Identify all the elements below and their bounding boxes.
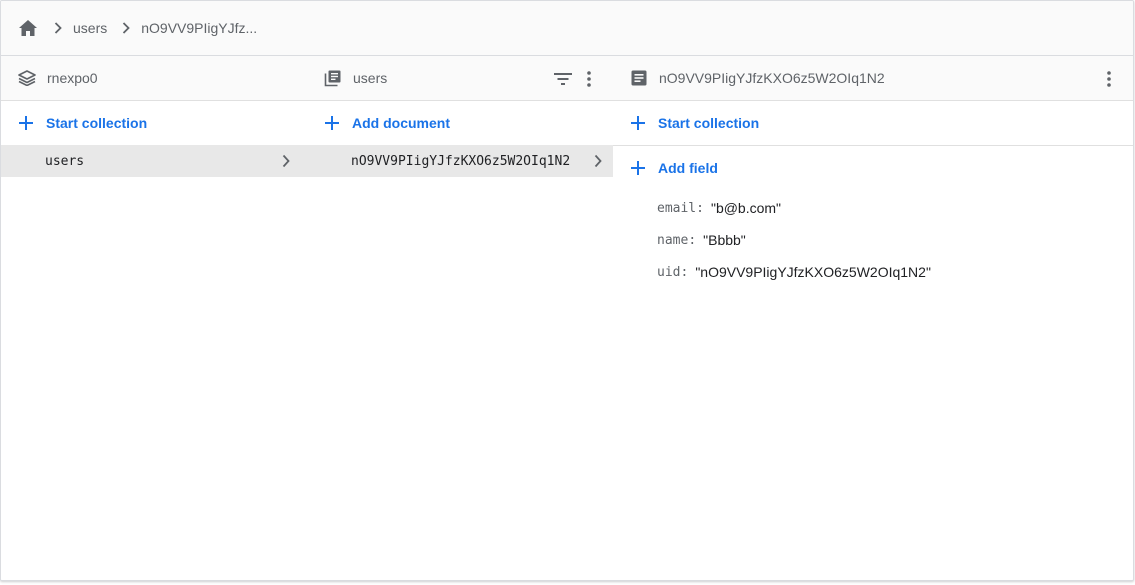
collection-header-actions xyxy=(549,56,601,101)
root-panel-header: rnexpo0 xyxy=(1,56,307,101)
document-list-item[interactable]: nO9VV9PIigYJfzKXO6z5W2OIq1N2 xyxy=(307,145,613,177)
field-value: "Bbbb" xyxy=(703,232,746,248)
field-row-uid[interactable]: uid: "nO9VV9PIigYJfzKXO6z5W2OIq1N2" xyxy=(657,256,1133,288)
document-panel-title: nO9VV9PIigYJfzKXO6z5W2OIq1N2 xyxy=(659,70,885,86)
breadcrumb-item-document[interactable]: nO9VV9PIigYJfz... xyxy=(141,20,257,36)
document-panel-header: nO9VV9PIigYJfzKXO6z5W2OIq1N2 xyxy=(613,56,1133,101)
add-field-label: Add field xyxy=(658,160,718,176)
collection-icon xyxy=(324,69,342,87)
add-field-button[interactable]: Add field xyxy=(613,146,1133,190)
root-panel: rnexpo0 Start collection users xyxy=(1,56,308,580)
start-subcollection-button[interactable]: Start collection xyxy=(613,101,1133,145)
plus-icon xyxy=(629,159,647,177)
document-header-actions xyxy=(1095,56,1121,101)
list-item-label: nO9VV9PIigYJfzKXO6z5W2OIq1N2 xyxy=(351,153,571,169)
database-icon xyxy=(18,69,36,87)
field-key: name xyxy=(657,232,689,248)
field-list: email: "b@b.com" name: "Bbbb" uid: "nO9V… xyxy=(613,190,1133,288)
field-value: "nO9VV9PIigYJfzKXO6z5W2OIq1N2" xyxy=(695,264,931,280)
collection-panel-title: users xyxy=(353,70,388,86)
list-item-label: users xyxy=(45,153,85,169)
add-document-label: Add document xyxy=(352,115,450,131)
field-value: "b@b.com" xyxy=(710,200,782,216)
plus-icon xyxy=(17,114,35,132)
chevron-right-icon xyxy=(47,17,69,39)
filter-icon[interactable] xyxy=(551,67,575,91)
chevron-right-icon xyxy=(589,152,607,170)
field-row-email[interactable]: email: "b@b.com" xyxy=(657,192,1133,224)
document-icon xyxy=(630,69,648,87)
firestore-data-viewer: users nO9VV9PIigYJfz... rnexpo0 Start co… xyxy=(0,0,1134,581)
add-document-button[interactable]: Add document xyxy=(307,101,613,145)
home-icon[interactable] xyxy=(17,17,39,39)
plus-icon xyxy=(323,114,341,132)
start-collection-label: Start collection xyxy=(46,115,148,131)
document-panel: nO9VV9PIigYJfzKXO6z5W2OIq1N2 Start colle… xyxy=(613,56,1133,580)
field-key: email xyxy=(657,200,697,216)
breadcrumb-item-users[interactable]: users xyxy=(73,20,107,36)
start-collection-button[interactable]: Start collection xyxy=(1,101,307,145)
field-row-name[interactable]: name: "Bbbb" xyxy=(657,224,1133,256)
more-vert-icon[interactable] xyxy=(577,67,601,91)
collection-list-item-users[interactable]: users xyxy=(1,145,307,177)
root-panel-title: rnexpo0 xyxy=(47,70,98,86)
plus-icon xyxy=(629,114,647,132)
collection-panel-header: users xyxy=(307,56,613,101)
collection-panel: users Add document nO9VV9PIigYJfzKXO6z5W… xyxy=(307,56,614,580)
field-key: uid xyxy=(657,264,681,280)
start-collection-label: Start collection xyxy=(658,115,760,131)
breadcrumb: users nO9VV9PIigYJfz... xyxy=(1,1,1133,56)
more-vert-icon[interactable] xyxy=(1097,67,1121,91)
chevron-right-icon xyxy=(277,152,295,170)
chevron-right-icon xyxy=(115,17,137,39)
